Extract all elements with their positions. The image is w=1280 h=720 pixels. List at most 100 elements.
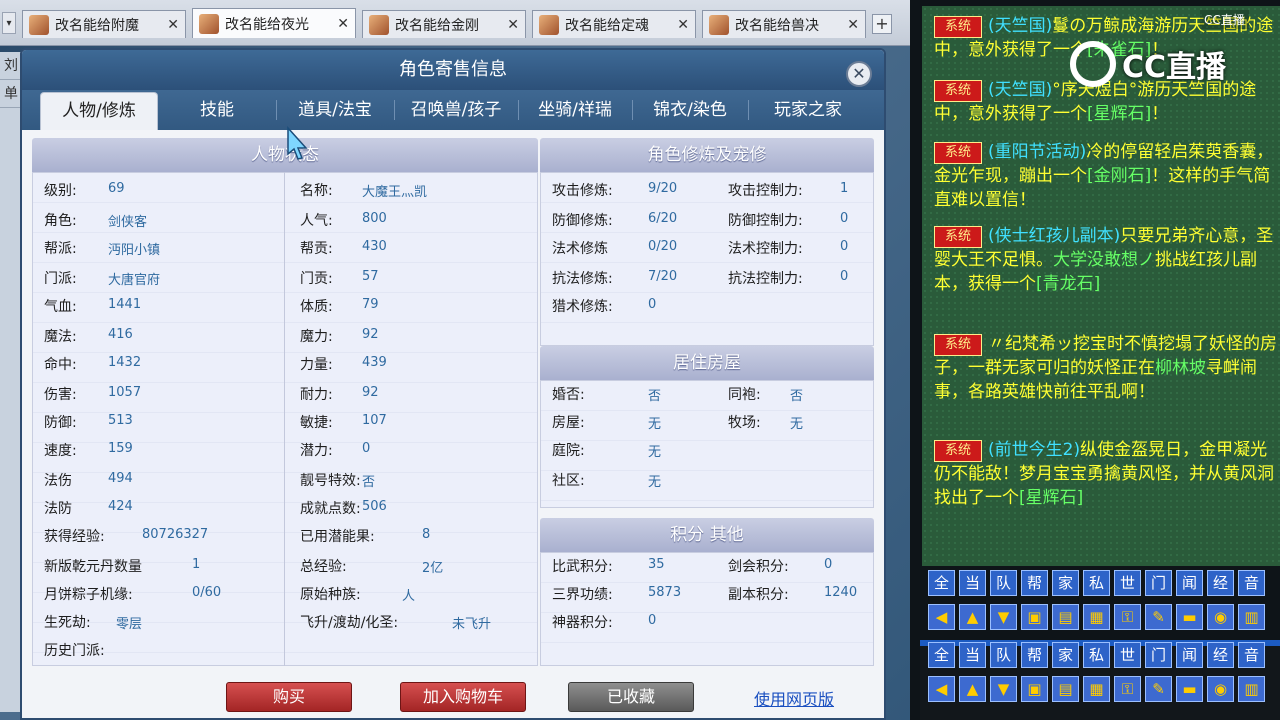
cc-watermark: CC直播 [1200,10,1249,29]
dialog-title: 角色寄售信息 [22,50,884,90]
team-icon[interactable]: ▦ [1083,676,1110,702]
tab-separator [394,100,395,120]
use-web-version-link[interactable]: 使用网页版 [754,686,834,710]
add-to-cart-button[interactable]: 加入购物车 [400,682,526,712]
channel-button[interactable]: 家 [1052,642,1079,668]
system-badge: 系统 [934,142,982,164]
channel-button[interactable]: 私 [1083,642,1110,668]
channel-button[interactable]: 队 [990,642,1017,668]
housing-value: 无 [790,417,804,432]
tab-3[interactable]: 召唤兽/孩子 [394,92,518,130]
character-avatar-icon [29,14,49,35]
housing-label: 婚否: [552,387,585,403]
channel-button[interactable]: 当 [959,570,986,596]
item-icon[interactable]: ▣ [1021,676,1048,702]
channel-button[interactable]: 经 [1207,642,1234,668]
status-label: 伤害: [44,387,77,403]
channel-button[interactable]: 门 [1145,642,1172,668]
chat-text: (侠士红孩儿副本) [988,226,1121,246]
channel-button[interactable]: 世 [1114,570,1141,596]
grid-icon[interactable]: ▤ [1052,676,1079,702]
channel-button[interactable]: 音 [1238,642,1265,668]
channel-button[interactable]: 门 [1145,570,1172,596]
channel-button[interactable]: 当 [959,642,986,668]
channel-button[interactable]: 帮 [1021,642,1048,668]
folder-icon[interactable]: ▬ [1176,676,1203,702]
status-value: 69 [108,181,125,196]
list-icon[interactable]: ▥ [1238,676,1265,702]
channel-button[interactable]: 音 [1238,570,1265,596]
tab-1[interactable]: 技能 [158,92,276,130]
item-icon[interactable]: ▣ [1021,604,1048,630]
cultivation-value: 7/20 [648,269,678,284]
status-value: 494 [108,471,133,486]
window-tab[interactable]: 改名能给兽决 ✕ [702,10,866,38]
system-badge: 系统 [934,334,982,356]
chat-text: [青龙石] [1036,274,1101,294]
channel-button[interactable]: 家 [1052,570,1079,596]
down-arrow-icon[interactable]: ▼ [990,604,1017,630]
housing-label: 牧场: [728,415,761,431]
window-tab[interactable]: 改名能给附魔 ✕ [22,10,186,38]
close-tab-icon[interactable]: ✕ [499,17,519,33]
chat-text: (重阳节活动) [988,142,1087,162]
channel-button[interactable]: 全 [928,642,955,668]
tab-separator [748,100,749,120]
chat-text: 纵使金盔晃日，金甲凝光仍不能敌！梦月宝宝勇擒黄风怪，并从黄风洞找出了一个 [934,440,1274,508]
tab-6[interactable]: 玩家之家 [748,92,868,130]
tab-4[interactable]: 坐骑/祥瑞 [518,92,632,130]
status-label: 潜力: [300,443,333,459]
folder-icon[interactable]: ▬ [1176,604,1203,630]
new-tab-button[interactable]: + [872,14,892,34]
chat-bubble-icon[interactable]: ◉ [1207,676,1234,702]
close-tab-icon[interactable]: ✕ [839,17,859,33]
channel-button[interactable]: 闻 [1176,570,1203,596]
tab-0[interactable]: 人物/修炼 [40,92,158,130]
left-arrow-icon[interactable]: ◀ [928,676,955,702]
down-arrow-icon[interactable]: ▼ [990,676,1017,702]
cultivation-value: 1 [840,181,849,196]
window-tab[interactable]: 改名能给金刚 ✕ [362,10,526,38]
channel-button[interactable]: 私 [1083,570,1110,596]
tab-5[interactable]: 锦衣/染色 [632,92,748,130]
grid-icon[interactable]: ▤ [1052,604,1079,630]
status-value: 416 [108,327,133,342]
team-icon[interactable]: ▦ [1083,604,1110,630]
left-arrow-icon[interactable]: ◀ [928,604,955,630]
system-badge: 系统 [934,80,982,102]
close-icon[interactable]: ✕ [846,61,872,87]
window-tab-label: 改名能给金刚 [395,17,479,34]
brush-icon[interactable]: ✎ [1145,604,1172,630]
channel-button[interactable]: 闻 [1176,642,1203,668]
status-value: 430 [362,239,387,254]
lock-icon[interactable]: ⚿ [1114,676,1141,702]
brush-icon[interactable]: ✎ [1145,676,1172,702]
buy-button[interactable]: 购买 [226,682,352,712]
cultivation-value: 0 [840,211,849,226]
favorited-button[interactable]: 已收藏 [568,682,694,712]
status-label: 靓号特效: [300,473,361,489]
system-badge: 系统 [934,226,982,248]
close-tab-icon[interactable]: ✕ [159,17,179,33]
list-icon[interactable]: ▥ [1238,604,1265,630]
lock-icon[interactable]: ⚿ [1114,604,1141,630]
chat-bubble-icon[interactable]: ◉ [1207,604,1234,630]
channel-button[interactable]: 世 [1114,642,1141,668]
tab-scroll-left-icon[interactable]: ▾ [2,12,16,34]
up-arrow-icon[interactable]: ▲ [959,604,986,630]
close-tab-icon[interactable]: ✕ [329,16,349,32]
close-tab-icon[interactable]: ✕ [669,17,689,33]
channel-button[interactable]: 帮 [1021,570,1048,596]
status-label: 已用潜能果: [300,529,375,545]
status-value: 1432 [108,355,142,370]
channel-button[interactable]: 队 [990,570,1017,596]
window-tab[interactable]: 改名能给夜光 ✕ [192,8,356,38]
system-badge: 系统 [934,16,982,38]
channel-button[interactable]: 经 [1207,570,1234,596]
status-value: 人 [402,589,416,604]
up-arrow-icon[interactable]: ▲ [959,676,986,702]
tab-2[interactable]: 道具/法宝 [276,92,394,130]
cc-logo-text: CC直播 [1122,50,1227,85]
channel-button[interactable]: 全 [928,570,955,596]
window-tab[interactable]: 改名能给定魂 ✕ [532,10,696,38]
